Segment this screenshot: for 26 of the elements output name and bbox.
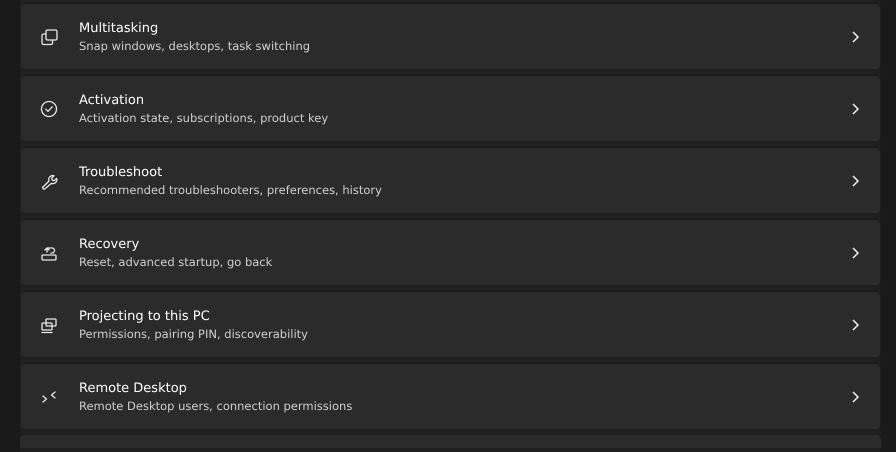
item-description: Permissions, pairing PIN, discoverability: [79, 326, 309, 340]
chevron-icon: [850, 246, 860, 258]
settings-item[interactable]: Remote Desktop Remote Desktop users, connection permissions: [20, 363, 881, 430]
item-title: Troubleshoot: [79, 164, 164, 180]
item-title: Recovery: [79, 236, 140, 252]
settings-item[interactable]: Projecting to this PC Permissions, pairing PIN, discoverability: [20, 291, 881, 358]
item-description: Activation state, subscriptions, product key: [79, 110, 330, 124]
check-circle-icon: [39, 98, 59, 118]
item-description: Remote Desktop users, connection permissions: [79, 398, 354, 412]
item-title: Activation: [79, 92, 146, 108]
item-description: Reset, advanced startup, go back: [79, 254, 274, 268]
settings-item[interactable]: Troubleshoot Recommended troubleshooters, preferences, history: [20, 147, 881, 214]
item-title: Multitasking: [79, 20, 160, 36]
item-title: Remote Desktop: [79, 380, 188, 396]
chevron-icon: [850, 174, 860, 186]
settings-item[interactable]: Activation Activation state, subscriptions, product key: [20, 75, 881, 142]
chevron-icon: [850, 318, 860, 330]
settings-item[interactable]: Multitasking Snap windows, desktops, task switching: [20, 3, 881, 70]
chevron-icon: [850, 30, 860, 42]
item-description: Recommended troubleshooters, preferences, history: [79, 182, 383, 196]
chevron-icon: [850, 390, 860, 402]
item-description: Snap windows, desktops, task switching: [79, 38, 312, 52]
settings-item[interactable]: Recovery Reset, advanced startup, go back: [20, 219, 881, 286]
item-title: Projecting to this PC: [79, 308, 211, 324]
stacked-windows-icon: [39, 26, 59, 46]
chevron-icon: [850, 102, 860, 114]
